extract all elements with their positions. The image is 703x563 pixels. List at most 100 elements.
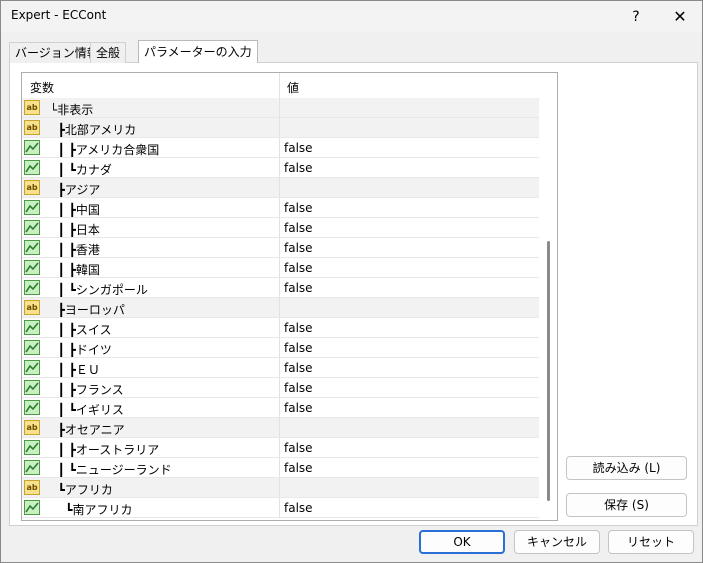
param-value[interactable]: false xyxy=(284,441,313,455)
table-row[interactable]: ab ┣アジア xyxy=(22,178,539,198)
param-name: └非表示 xyxy=(50,103,94,117)
string-param-icon: ab xyxy=(24,300,40,315)
chart-glyph xyxy=(25,462,39,473)
param-value[interactable]: false xyxy=(284,321,313,335)
column-divider xyxy=(279,418,280,437)
param-value[interactable]: false xyxy=(284,241,313,255)
column-divider xyxy=(279,398,280,417)
table-row[interactable]: ab └非表示 xyxy=(22,98,539,118)
column-divider xyxy=(279,318,280,337)
bool-chart-icon xyxy=(24,140,40,155)
column-divider xyxy=(279,438,280,457)
table-row[interactable]: ab ┗アフリカ xyxy=(22,478,539,498)
table-row[interactable]: ┃ ┗カナダ false xyxy=(22,158,539,178)
help-button[interactable]: ? xyxy=(613,1,659,32)
column-divider xyxy=(279,498,280,517)
param-name: ┣ヨーロッパ xyxy=(50,303,125,317)
param-value[interactable]: false xyxy=(284,401,313,415)
table-row[interactable]: ┃ ┣アメリカ合衆国 false xyxy=(22,138,539,158)
table-row[interactable]: ┃ ┣中国 false xyxy=(22,198,539,218)
table-row[interactable]: ┗南アフリカ false xyxy=(22,498,539,518)
vertical-scrollbar[interactable] xyxy=(540,98,557,520)
scrollbar-thumb[interactable] xyxy=(547,241,550,501)
table-row[interactable]: ┃ ┗イギリス false xyxy=(22,398,539,418)
column-divider xyxy=(279,118,280,137)
parameter-grid: 変数 値 ab └非表示 ab ┣北部アメリカ ┃ ┣アメリカ合衆国 false ┃ … xyxy=(21,72,558,521)
string-param-icon: ab xyxy=(24,100,40,115)
table-row[interactable]: ┃ ┣フランス false xyxy=(22,378,539,398)
table-row[interactable]: ab ┣ヨーロッパ xyxy=(22,298,539,318)
column-header-value[interactable]: 値 xyxy=(287,79,299,96)
column-separator[interactable] xyxy=(279,73,280,98)
param-value[interactable]: false xyxy=(284,501,313,515)
param-name: ┣北部アメリカ xyxy=(50,123,137,137)
save-button[interactable]: 保存 (S) xyxy=(566,493,687,517)
bool-chart-icon xyxy=(24,160,40,175)
bool-chart-icon xyxy=(24,260,40,275)
param-value[interactable]: false xyxy=(284,341,313,355)
column-divider xyxy=(279,198,280,217)
table-row[interactable]: ┃ ┣ＥＵ false xyxy=(22,358,539,378)
table-row[interactable]: ┃ ┣ドイツ false xyxy=(22,338,539,358)
param-value[interactable]: false xyxy=(284,281,313,295)
column-divider xyxy=(279,158,280,177)
chart-glyph xyxy=(25,162,39,173)
chart-glyph xyxy=(25,502,39,513)
chart-glyph xyxy=(25,402,39,413)
table-row[interactable]: ┃ ┗ニュージーランド false xyxy=(22,458,539,478)
param-name: ┗アフリカ xyxy=(50,483,113,497)
reset-button[interactable]: リセット xyxy=(608,530,694,554)
param-value[interactable]: false xyxy=(284,141,313,155)
column-divider xyxy=(279,98,280,117)
table-row[interactable]: ┃ ┗シンガポール false xyxy=(22,278,539,298)
ok-button[interactable]: OK xyxy=(419,530,505,554)
table-row[interactable]: ab ┣オセアニア xyxy=(22,418,539,438)
param-value[interactable]: false xyxy=(284,461,313,475)
column-header-variable[interactable]: 変数 xyxy=(30,79,54,96)
bool-chart-icon xyxy=(24,400,40,415)
param-name: ┃ ┣香港 xyxy=(50,243,100,257)
chart-glyph xyxy=(25,322,39,333)
parameter-rows: ab └非表示 ab ┣北部アメリカ ┃ ┣アメリカ合衆国 false ┃ ┗カナダ f… xyxy=(22,98,539,518)
chart-glyph xyxy=(25,282,39,293)
column-divider xyxy=(279,258,280,277)
chart-glyph xyxy=(25,442,39,453)
chart-glyph xyxy=(25,382,39,393)
column-divider xyxy=(279,378,280,397)
table-row[interactable]: ┃ ┣オーストラリア false xyxy=(22,438,539,458)
chart-glyph xyxy=(25,242,39,253)
tab-general[interactable]: 全般 xyxy=(90,42,127,63)
table-row[interactable]: ┃ ┣香港 false xyxy=(22,238,539,258)
table-row[interactable]: ab ┣北部アメリカ xyxy=(22,118,539,138)
param-value[interactable]: false xyxy=(284,261,313,275)
tab-parameters[interactable]: パラメーターの入力 xyxy=(138,40,258,63)
chart-glyph xyxy=(25,222,39,233)
param-name: ┣オセアニア xyxy=(50,423,125,437)
string-param-icon: ab xyxy=(24,420,40,435)
param-value[interactable]: false xyxy=(284,361,313,375)
load-button[interactable]: 読み込み (L) xyxy=(566,456,687,480)
table-row[interactable]: ┃ ┣スイス false xyxy=(22,318,539,338)
param-name: ┃ ┣韓国 xyxy=(50,263,100,277)
bool-chart-icon xyxy=(24,360,40,375)
param-value[interactable]: false xyxy=(284,201,313,215)
param-value[interactable]: false xyxy=(284,381,313,395)
table-row[interactable]: ┃ ┣韓国 false xyxy=(22,258,539,278)
close-button[interactable]: ✕ xyxy=(657,1,703,32)
title-bar: Expert - ECCont ? ✕ xyxy=(1,1,702,32)
bool-chart-icon xyxy=(24,380,40,395)
chart-glyph xyxy=(25,262,39,273)
bool-chart-icon xyxy=(24,500,40,515)
param-value[interactable]: false xyxy=(284,221,313,235)
cancel-button[interactable]: キャンセル xyxy=(514,530,600,554)
bool-chart-icon xyxy=(24,440,40,455)
chart-glyph xyxy=(25,142,39,153)
param-name: ┣アジア xyxy=(50,183,101,197)
table-row[interactable]: ┃ ┣日本 false xyxy=(22,218,539,238)
string-param-icon: ab xyxy=(24,180,40,195)
param-name: ┃ ┣ドイツ xyxy=(50,343,112,357)
param-name: ┃ ┣オーストラリア xyxy=(50,443,160,457)
bool-chart-icon xyxy=(24,340,40,355)
param-value[interactable]: false xyxy=(284,161,313,175)
string-param-icon: ab xyxy=(24,120,40,135)
